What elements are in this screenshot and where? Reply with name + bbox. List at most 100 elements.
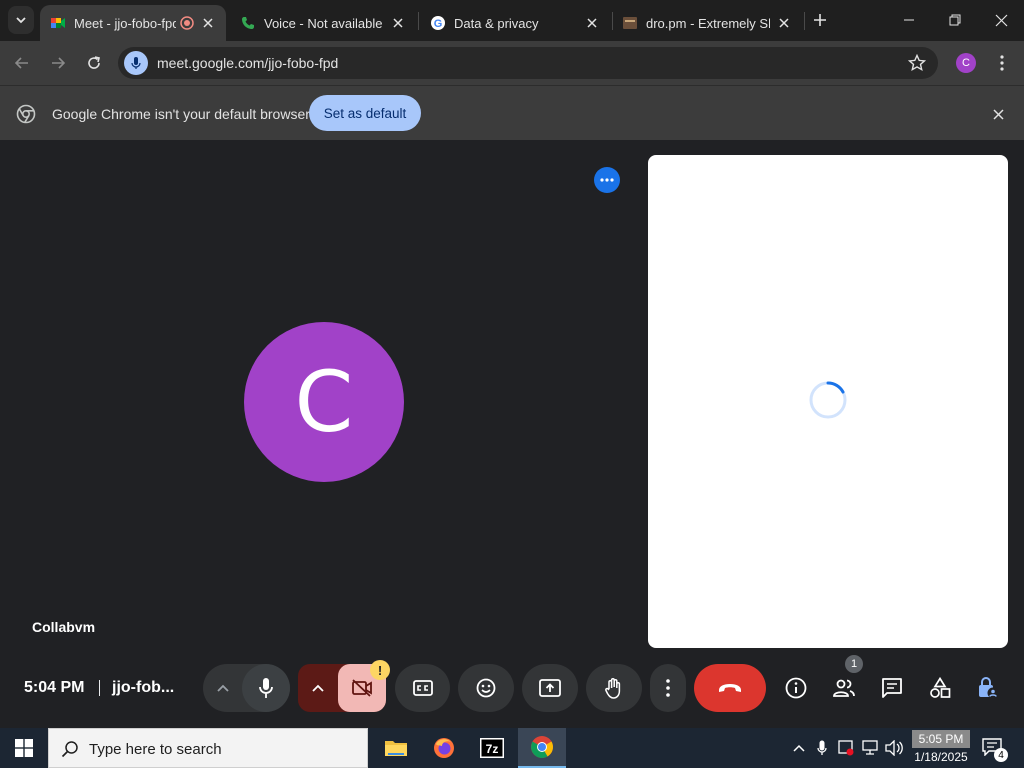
tab-title: Voice - Not available: [264, 15, 383, 31]
tab-title: dro.pm - Extremely Sh: [646, 15, 770, 31]
mic-indicator-icon[interactable]: [124, 51, 148, 75]
windows-taskbar: Type here to search 7z 5:05 PM 1/18/2025…: [0, 728, 1024, 768]
close-icon: [203, 18, 213, 28]
search-placeholder: Type here to search: [89, 741, 222, 758]
emoji-icon: [476, 678, 496, 698]
network-tray-button[interactable]: [861, 738, 879, 758]
profile-avatar[interactable]: C: [956, 53, 976, 73]
taskbar-clock[interactable]: 5:05 PM 1/18/2025: [908, 730, 974, 766]
tab-close-button[interactable]: [390, 15, 406, 31]
address-bar[interactable]: meet.google.com/jjo-fobo-fpd: [118, 47, 938, 79]
host-controls-button[interactable]: [976, 676, 1000, 700]
tab-dropm[interactable]: dro.pm - Extremely Sh: [612, 5, 802, 41]
chevron-up-icon: [793, 744, 805, 752]
dropm-favicon-icon: [623, 17, 637, 29]
infobar-close-button[interactable]: [988, 104, 1008, 124]
volume-tray-button[interactable]: [885, 738, 903, 758]
meeting-code: jjo-fob...: [112, 679, 175, 696]
mic-tray-button[interactable]: [813, 738, 831, 758]
close-icon: [393, 18, 403, 28]
search-icon: [61, 741, 78, 758]
taskbar-search-box[interactable]: Type here to search: [48, 728, 368, 768]
folder-icon: [385, 741, 407, 756]
participant-name: Collabvm: [32, 619, 96, 635]
security-tray-button[interactable]: [837, 738, 855, 758]
tab-search-button[interactable]: [8, 6, 34, 34]
hand-icon: [605, 678, 621, 699]
show-hidden-icons-button[interactable]: [790, 738, 808, 758]
7zip-icon: 7z: [480, 738, 504, 758]
close-window-button[interactable]: [978, 0, 1024, 40]
lock-person-icon: [979, 677, 999, 699]
video-options-button[interactable]: [298, 664, 338, 712]
mic-button[interactable]: [242, 664, 290, 712]
more-options-button[interactable]: [650, 664, 686, 712]
raise-hand-button[interactable]: [586, 664, 642, 712]
tab-close-button[interactable]: [776, 15, 792, 31]
present-button[interactable]: [522, 664, 578, 712]
shield-alert-icon: [838, 740, 854, 756]
close-icon: [779, 18, 789, 28]
tab-close-button[interactable]: [584, 15, 600, 31]
camera-warning-badge: !: [370, 660, 390, 680]
windows-logo-icon: [15, 739, 33, 757]
leave-call-button[interactable]: [694, 664, 766, 712]
svg-text:7z: 7z: [486, 742, 499, 756]
minimize-button[interactable]: [886, 0, 932, 40]
back-button[interactable]: [8, 49, 36, 77]
meeting-clock: 5:04 PM: [24, 679, 85, 696]
chat-button[interactable]: [880, 676, 904, 700]
chevron-down-icon: [16, 17, 26, 24]
firefox-icon: [434, 738, 454, 758]
speaker-icon: [885, 740, 903, 756]
star-icon[interactable]: [908, 54, 926, 72]
present-screen-icon: [539, 679, 561, 697]
url-text[interactable]: meet.google.com/jjo-fobo-fpd: [157, 55, 338, 71]
reload-icon: [88, 56, 100, 69]
tab-voice[interactable]: Voice - Not available: [230, 5, 416, 41]
taskbar-date: 1/18/2025: [914, 750, 968, 764]
new-tab-button[interactable]: [808, 8, 832, 32]
close-icon: [992, 108, 1004, 120]
tab-data-privacy[interactable]: G Data & privacy: [420, 5, 610, 41]
chrome-taskbar-button[interactable]: [518, 728, 566, 768]
audio-options-button[interactable]: [203, 664, 243, 712]
file-explorer-button[interactable]: [372, 728, 420, 768]
chrome-icon: [531, 736, 553, 758]
captions-button[interactable]: [395, 664, 450, 712]
activities-button[interactable]: [928, 676, 952, 700]
set-as-default-button[interactable]: Set as default: [309, 95, 421, 131]
plus-icon: [814, 14, 826, 26]
browser-menu-button[interactable]: [992, 53, 1012, 73]
reload-button[interactable]: [80, 49, 108, 77]
tab-separator: [418, 12, 419, 30]
chat-icon: [882, 678, 902, 698]
arrow-right-icon: [52, 57, 66, 69]
participant-avatar: C: [244, 322, 404, 482]
meeting-details-button[interactable]: [784, 676, 808, 700]
close-icon: [995, 14, 1007, 26]
mic-control-group: [203, 664, 290, 712]
reactions-button[interactable]: [458, 664, 514, 712]
tab-close-button[interactable]: [200, 15, 216, 31]
forward-button[interactable]: [44, 49, 72, 77]
action-center-button[interactable]: 4: [982, 738, 1008, 762]
tile-options-button[interactable]: [594, 167, 620, 193]
start-button[interactable]: [0, 728, 48, 768]
call-end-icon: [719, 684, 741, 692]
people-icon: [833, 679, 855, 697]
tab-title: Data & privacy: [454, 15, 539, 31]
minimize-icon: [904, 19, 914, 21]
firefox-button[interactable]: [420, 728, 468, 768]
voice-favicon-icon: [242, 17, 254, 29]
chevron-up-icon: [312, 684, 324, 692]
close-icon: [587, 18, 597, 28]
people-count-badge: 1: [845, 655, 863, 673]
meet-favicon-icon: [51, 18, 65, 28]
mic-icon: [817, 740, 827, 755]
tab-meet[interactable]: Meet - jjo-fobo-fpd: [40, 5, 226, 41]
restore-button[interactable]: [932, 0, 978, 40]
people-button[interactable]: [832, 676, 856, 700]
chevron-up-icon: [217, 684, 229, 692]
7zip-button[interactable]: 7z: [468, 728, 516, 768]
